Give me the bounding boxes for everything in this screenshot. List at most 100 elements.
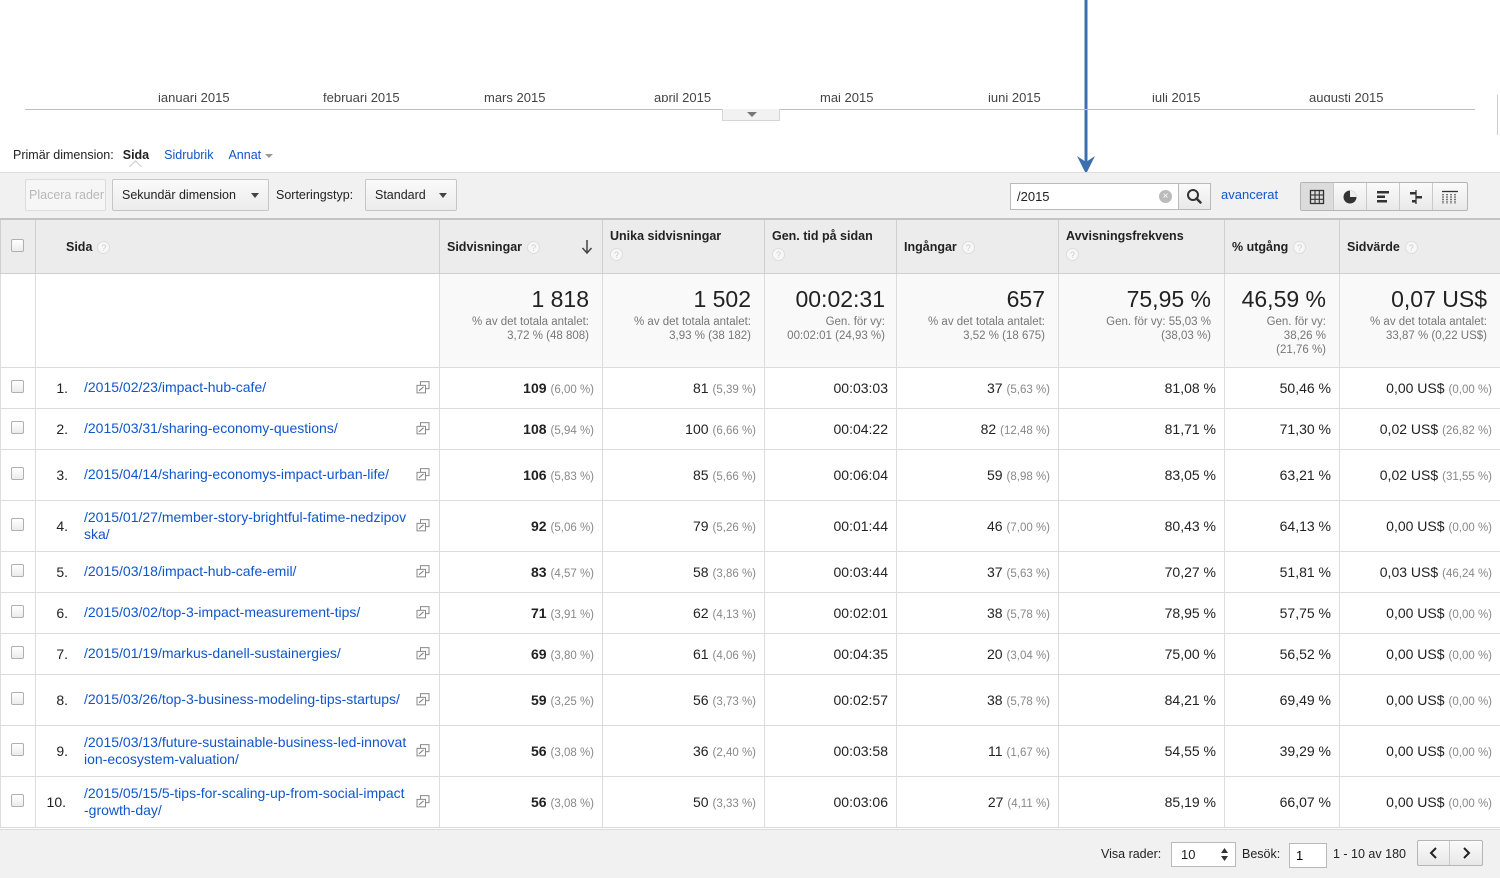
unique-pageviews-cell: 62 (4,13 %) (602, 591, 765, 634)
unique-pageviews-percent: (5,66 %) (712, 470, 756, 483)
unique-pageviews-value: 81 (692, 379, 709, 396)
entrances-cell: 46 (7,00 %) (896, 499, 1059, 552)
dimension-page-title-link[interactable]: Sidrubrik (164, 148, 213, 162)
data-table-container: Sida? Sidvisningar? Unika sidvisningar? … (0, 218, 1500, 828)
page-link[interactable]: /2015/04/14/sharing-economys-impact-urba… (84, 466, 409, 483)
table-filter-input[interactable] (1010, 183, 1179, 210)
bar-view-button[interactable] (1367, 183, 1400, 210)
totals-spacer (35, 272, 440, 368)
page-link[interactable]: /2015/03/31/sharing-economy-questions/ (84, 420, 409, 437)
timeline-collapse-toggle[interactable] (722, 109, 780, 121)
sort-type-dropdown[interactable]: Standard (365, 179, 457, 211)
show-rows-select[interactable]: 10 (1171, 842, 1236, 867)
dimension-page-active[interactable]: Sida (123, 148, 149, 162)
row-number: 10. (46, 793, 66, 810)
pageviews-percent: (3,08 %) (550, 797, 594, 810)
clear-icon[interactable]: × (1159, 190, 1172, 203)
goto-page-input[interactable] (1289, 843, 1327, 868)
pivot-view-button[interactable] (1433, 183, 1467, 210)
column-header-page-value[interactable]: Sidvärde? (1339, 218, 1500, 274)
help-icon[interactable]: ? (1404, 241, 1418, 255)
row-checkbox[interactable] (11, 604, 24, 618)
help-icon[interactable]: ? (97, 241, 111, 255)
total-note: % av det totala antalet: (928, 315, 1045, 328)
page-value-value: 0,00 US$ (1386, 604, 1445, 621)
row-checkbox[interactable] (11, 793, 24, 807)
table-view-button[interactable] (1301, 183, 1334, 210)
open-external-icon[interactable] (416, 692, 430, 705)
help-icon[interactable]: ? (610, 248, 623, 261)
open-external-icon[interactable] (416, 467, 430, 480)
open-external-icon[interactable] (416, 794, 430, 807)
page-value-percent: (31,55 %) (1442, 470, 1492, 483)
bounce-rate-cell: 80,43 % (1058, 499, 1225, 552)
help-icon[interactable]: ? (961, 241, 975, 255)
dimension-other-label: Annat (228, 148, 262, 162)
row-checkbox[interactable] (11, 466, 24, 480)
page-value-cell: 0,00 US$ (0,00 %) (1339, 724, 1500, 777)
column-header-label: % utgång (1232, 240, 1289, 254)
column-header-pageviews[interactable]: Sidvisningar? (439, 218, 603, 274)
help-icon[interactable]: ? (1066, 248, 1079, 261)
total-note: 3,52 % (18 675) (963, 329, 1045, 342)
exit-percent-cell: 39,29 % (1224, 724, 1340, 777)
page-link[interactable]: /2015/03/18/impact-hub-cafe-emil/ (84, 563, 409, 580)
row-checkbox[interactable] (11, 517, 24, 531)
column-header-unique-pageviews[interactable]: Unika sidvisningar? (602, 218, 765, 274)
row-checkbox[interactable] (11, 645, 24, 659)
open-external-icon[interactable] (416, 743, 430, 756)
help-icon[interactable]: ? (772, 248, 785, 261)
previous-page-button[interactable] (1418, 841, 1451, 865)
row-checkbox[interactable] (11, 742, 24, 756)
page-value-value: 0,02 US$ (1379, 420, 1439, 437)
open-external-icon[interactable] (416, 564, 430, 577)
totals-row: 1 818 % av det totala antalet: 3,72 % (4… (0, 272, 1500, 368)
search-button[interactable] (1178, 183, 1211, 210)
next-page-button[interactable] (1450, 841, 1482, 865)
unique-pageviews-percent: (3,73 %) (712, 695, 756, 708)
secondary-dimension-dropdown[interactable]: Sekundär dimension (112, 179, 269, 211)
pageviews-percent: (5,94 %) (550, 424, 594, 437)
sort-descending-icon[interactable] (581, 239, 593, 255)
page-cell: 1. /2015/02/23/impact-hub-cafe/ (35, 366, 440, 409)
select-all-checkbox[interactable] (11, 239, 24, 252)
comparison-view-button[interactable] (1400, 183, 1433, 210)
pageviews-cell: 106 (5,83 %) (439, 448, 603, 501)
page-link[interactable]: /2015/01/19/markus-danell-sustainergies/ (84, 645, 409, 662)
row-checkbox[interactable] (11, 379, 24, 393)
advanced-filter-link[interactable]: avancerat (1221, 179, 1278, 211)
pageviews-cell: 69 (3,80 %) (439, 632, 603, 675)
row-checkbox[interactable] (11, 691, 24, 705)
open-external-icon[interactable] (416, 421, 430, 434)
help-icon[interactable]: ? (1293, 241, 1307, 255)
column-header-entrances[interactable]: Ingångar? (896, 218, 1059, 274)
pie-view-button[interactable] (1334, 183, 1367, 210)
pageviews-cell: 56 (3,08 %) (439, 775, 603, 828)
table-row: 3. /2015/04/14/sharing-economys-impact-u… (0, 448, 1500, 501)
open-external-icon[interactable] (416, 646, 430, 659)
page-value-cell: 0,02 US$ (26,82 %) (1339, 407, 1500, 450)
page-link[interactable]: /2015/03/02/top-3-impact-measurement-tip… (84, 604, 409, 621)
column-header-bounce-rate[interactable]: Avvisningsfrekvens? (1058, 218, 1225, 274)
dimension-other-link[interactable]: Annat (228, 148, 274, 162)
avg-time-cell: 00:03:06 (764, 775, 897, 828)
help-icon[interactable]: ? (527, 241, 541, 255)
pageviews-percent: (6,00 %) (550, 383, 594, 396)
page-link[interactable]: /2015/03/13/future-sustainable-business-… (84, 734, 409, 768)
timeline-month: juni 2015 (988, 93, 1041, 102)
open-external-icon[interactable] (416, 605, 430, 618)
column-header-avg-time-on-page[interactable]: Gen. tid på sidan? (764, 218, 897, 274)
open-external-icon[interactable] (416, 380, 430, 393)
table-row: 4. /2015/01/27/member-story-brightful-fa… (0, 499, 1500, 552)
row-checkbox[interactable] (11, 420, 24, 434)
primary-dimension-label: Primär dimension: (13, 148, 114, 162)
place-rows-button[interactable]: Placera rader (25, 179, 106, 211)
page-link[interactable]: /2015/05/15/5-tips-for-scaling-up-from-s… (84, 785, 409, 819)
page-link[interactable]: /2015/02/23/impact-hub-cafe/ (84, 379, 409, 396)
row-checkbox[interactable] (11, 563, 24, 577)
page-link[interactable]: /2015/01/27/member-story-brightful-fatim… (84, 509, 409, 543)
open-external-icon[interactable] (416, 518, 430, 531)
column-header-exit-percent[interactable]: % utgång? (1224, 218, 1340, 274)
page-link[interactable]: /2015/03/26/top-3-business-modeling-tips… (84, 691, 409, 708)
column-header-page[interactable]: Sida? (35, 218, 440, 274)
